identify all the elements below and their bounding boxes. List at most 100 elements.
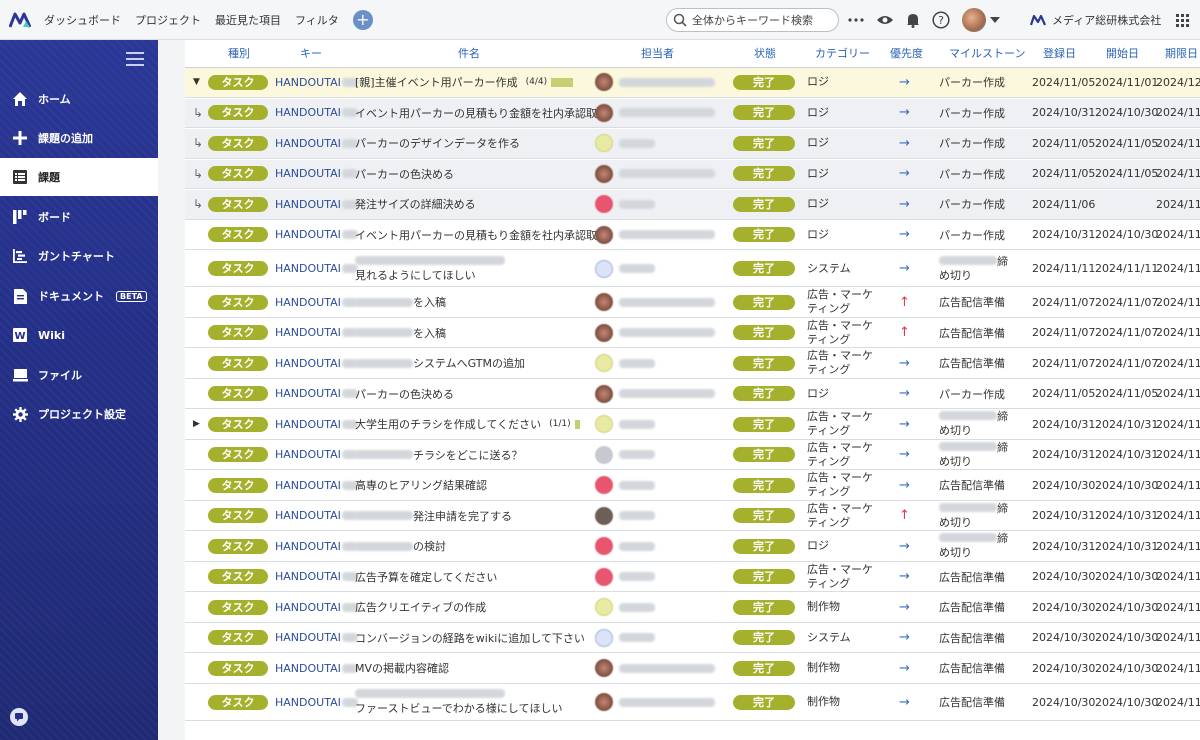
assignee-cell[interactable] xyxy=(595,190,655,219)
key-cell[interactable]: HANDOUTAI xyxy=(275,593,358,622)
issue-summary[interactable]: 発注サイズの詳細決める xyxy=(355,196,476,212)
key-cell[interactable]: HANDOUTAI xyxy=(275,532,358,561)
status-cell[interactable]: 完了 xyxy=(733,532,795,561)
issue-summary[interactable]: 高専のヒアリング結果確認 xyxy=(355,477,487,493)
tree-indicator[interactable]: ▶ xyxy=(193,410,200,439)
keyword-search[interactable] xyxy=(666,8,839,32)
summary-cell[interactable]: 発注申請を完了する xyxy=(355,502,580,531)
key-cell[interactable]: HANDOUTAI xyxy=(275,251,358,286)
table-row[interactable]: タスク HANDOUTAI パーカーの色決める 完了 ロジ → パーカー作成 2024/11/… xyxy=(185,379,1200,409)
summary-cell[interactable]: MVの掲載内容確認 xyxy=(355,654,580,683)
status-cell[interactable]: 完了 xyxy=(733,410,795,439)
issue-summary[interactable]: チラシをどこに送る？ xyxy=(413,447,522,463)
issue-key-link[interactable]: HANDOUTAI xyxy=(275,448,341,461)
status-cell[interactable]: 完了 xyxy=(733,251,795,286)
key-cell[interactable]: HANDOUTAI xyxy=(275,319,358,348)
summary-cell[interactable]: イベント用パーカーの見積もり金額を社内承認取る xyxy=(355,99,608,128)
column-header-assignee[interactable]: 担当者 xyxy=(641,40,674,68)
search-input[interactable] xyxy=(692,13,832,27)
summary-cell[interactable]: 広告予算を確定してください xyxy=(355,563,580,592)
table-row[interactable]: ▼ タスク HANDOUTAI [親]主催イベント用パーカー作成 (4/4) 完了 ロジ → パ… xyxy=(185,68,1200,98)
issue-summary[interactable]: パーカーのデザインデータを作る xyxy=(355,135,520,151)
table-row[interactable]: ▶ タスク HANDOUTAI 大学生用のチラシを作成してください (1/1) 完了 広告・… xyxy=(185,410,1200,440)
sidebar-item-board[interactable]: ボード xyxy=(0,198,158,236)
table-row[interactable]: タスク HANDOUTAI 発注申請を完了する 完了 広告・マーケティング ↑ 締め切り 20… xyxy=(185,501,1200,531)
issue-key-link[interactable]: HANDOUTAI xyxy=(275,198,341,211)
status-cell[interactable]: 完了 xyxy=(733,502,795,531)
summary-cell[interactable]: コンバージョンの経路をwikiに追加して下さい xyxy=(355,624,585,653)
issue-summary[interactable]: の検討 xyxy=(413,538,446,554)
assignee-cell[interactable] xyxy=(595,624,655,653)
summary-cell[interactable]: ファーストビューでわかる様にしてほしい xyxy=(355,685,580,720)
space-switcher[interactable]: メディア総研株式会社 xyxy=(1030,0,1161,40)
table-row[interactable]: タスク HANDOUTAI 広告クリエイティブの作成 完了 制作物 → 広告配信準備 2024… xyxy=(185,593,1200,623)
summary-cell[interactable]: パーカーのデザインデータを作る xyxy=(355,129,580,158)
status-cell[interactable]: 完了 xyxy=(733,349,795,378)
collapse-caret-icon[interactable]: ▼ xyxy=(193,77,200,87)
table-row[interactable]: タスク HANDOUTAI 見れるようにしてほしい 完了 システム → 締め切り 2024/1… xyxy=(185,251,1200,287)
issue-summary[interactable]: を入稿 xyxy=(413,325,446,341)
backlog-logo[interactable] xyxy=(0,0,40,40)
table-row[interactable]: タスク HANDOUTAI を入稿 完了 広告・マーケティング ↑ 広告配信準備 2024/1… xyxy=(185,288,1200,318)
expand-caret-icon[interactable]: ▶ xyxy=(193,419,200,429)
issue-summary[interactable]: を入稿 xyxy=(413,294,446,310)
table-row[interactable]: タスク HANDOUTAI の検討 完了 ロジ → 締め切り 2024/10/31 2024/1… xyxy=(185,532,1200,562)
sidebar-item-files[interactable]: ファイル xyxy=(0,356,158,394)
menu-toggle-icon[interactable] xyxy=(126,52,144,66)
issue-key-link[interactable]: HANDOUTAI xyxy=(275,326,341,339)
key-cell[interactable]: HANDOUTAI xyxy=(275,624,358,653)
summary-cell[interactable]: を入稿 xyxy=(355,288,580,317)
status-cell[interactable]: 完了 xyxy=(733,160,795,189)
issue-key-link[interactable]: HANDOUTAI xyxy=(275,479,341,492)
column-header-type[interactable]: 種別 xyxy=(228,40,250,68)
add-button[interactable]: + xyxy=(352,9,373,30)
sidebar-item-project-settings[interactable]: プロジェクト設定 xyxy=(0,395,158,433)
assignee-cell[interactable] xyxy=(595,502,655,531)
issue-key-link[interactable]: HANDOUTAI xyxy=(275,662,341,675)
table-row[interactable]: ↳ タスク HANDOUTAI パーカーの色決める 完了 ロジ → パーカー作成 2024/11… xyxy=(185,159,1200,189)
issue-summary[interactable]: 大学生用のチラシを作成してください xyxy=(355,416,541,432)
column-header-created[interactable]: 登録日 xyxy=(1043,40,1076,68)
issue-summary[interactable]: システムへGTMの追加 xyxy=(413,355,525,371)
assignee-cell[interactable] xyxy=(595,654,715,683)
table-row[interactable]: タスク HANDOUTAI MVの掲載内容確認 完了 制作物 → 広告配信準備 2024/10… xyxy=(185,654,1200,684)
watch-eye-icon[interactable] xyxy=(876,14,894,26)
assignee-cell[interactable] xyxy=(595,593,655,622)
issue-key-link[interactable]: HANDOUTAI xyxy=(275,262,341,275)
key-cell[interactable]: HANDOUTAI xyxy=(275,68,358,97)
assignee-cell[interactable] xyxy=(595,221,715,250)
status-cell[interactable]: 完了 xyxy=(733,288,795,317)
assignee-cell[interactable] xyxy=(595,685,715,720)
issue-key-link[interactable]: HANDOUTAI xyxy=(275,601,341,614)
assignee-cell[interactable] xyxy=(595,99,715,128)
issue-summary[interactable]: 広告クリエイティブの作成 xyxy=(355,599,486,615)
status-cell[interactable]: 完了 xyxy=(733,221,795,250)
issue-key-link[interactable]: HANDOUTAI xyxy=(275,570,341,583)
key-cell[interactable]: HANDOUTAI xyxy=(275,380,358,409)
summary-cell[interactable]: チラシをどこに送る？ xyxy=(355,441,580,470)
key-cell[interactable]: HANDOUTAI xyxy=(275,190,358,219)
summary-cell[interactable]: 発注サイズの詳細決める xyxy=(355,190,580,219)
issue-summary[interactable]: 広告予算を確定してください xyxy=(355,569,497,585)
nav-filter[interactable]: フィルタ xyxy=(295,12,339,28)
summary-cell[interactable]: パーカーの色決める xyxy=(355,160,580,189)
issue-summary[interactable]: 発注申請を完了する xyxy=(413,508,512,524)
issue-key-link[interactable]: HANDOUTAI xyxy=(275,509,341,522)
tree-indicator[interactable]: ▼ xyxy=(193,68,200,97)
status-cell[interactable]: 完了 xyxy=(733,593,795,622)
status-cell[interactable]: 完了 xyxy=(733,563,795,592)
sidebar-item-documents[interactable]: ドキュメント BETA xyxy=(0,277,158,315)
help-icon[interactable]: ? xyxy=(932,11,950,29)
key-cell[interactable]: HANDOUTAI xyxy=(275,502,358,531)
key-cell[interactable]: HANDOUTAI xyxy=(275,410,358,439)
issue-key-link[interactable]: HANDOUTAI xyxy=(275,418,341,431)
issue-summary[interactable]: ファーストビューでわかる様にしてほしい xyxy=(355,702,562,715)
key-cell[interactable]: HANDOUTAI xyxy=(275,349,358,378)
column-header-priority[interactable]: 優先度 xyxy=(890,40,923,68)
chat-support-icon[interactable] xyxy=(10,708,28,726)
sidebar-item-add-issue[interactable]: 課題の追加 xyxy=(0,119,158,157)
column-header-status[interactable]: 状態 xyxy=(754,40,776,68)
issue-key-link[interactable]: HANDOUTAI xyxy=(275,167,341,180)
issue-summary[interactable]: コンバージョンの経路をwikiに追加して下さい xyxy=(355,630,585,646)
issue-summary[interactable]: イベント用パーカーの見積もり金額を社内承認取る xyxy=(355,105,608,121)
